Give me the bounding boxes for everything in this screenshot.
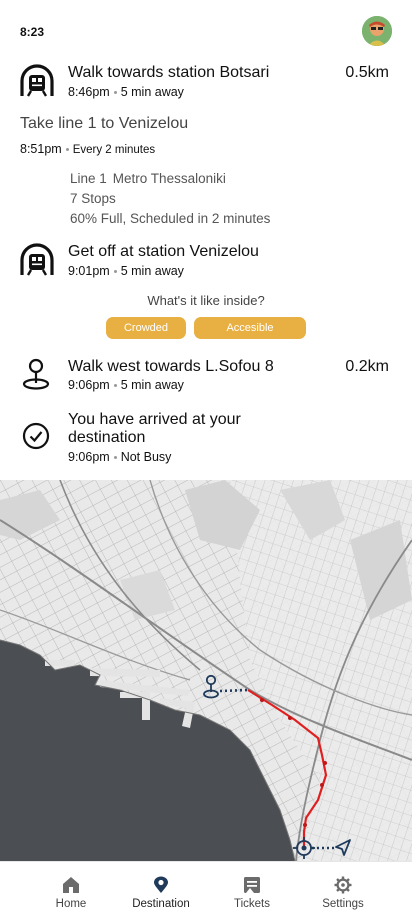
tab-destination[interactable]: Destination [116, 876, 206, 910]
crowded-button[interactable]: Crowded [106, 317, 186, 339]
take-line-time: 8:51pm [20, 142, 62, 156]
step-meta: 9:06pm Not Busy [68, 450, 171, 464]
step-eta: 5 min away [120, 378, 184, 392]
location-pin-icon [22, 358, 50, 390]
status-time: 8:23 [20, 25, 45, 39]
line-details: Line 1 Metro Thessaloniki 7 Stops 60% Ful… [70, 169, 270, 229]
line-name-row: Line 1 Metro Thessaloniki [70, 169, 270, 189]
step-title-line2: destination [68, 429, 146, 446]
step-meta: 9:01pm 5 min away [68, 264, 184, 278]
route-map[interactable] [0, 480, 412, 861]
gear-icon [334, 876, 352, 894]
home-icon [63, 877, 79, 893]
step-title-line1: You have arrived at your [68, 411, 241, 428]
step-title: Walk west towards L.Sofou 8 [68, 358, 274, 375]
metro-station-icon [20, 243, 54, 276]
map-pin-icon [154, 876, 168, 893]
avatar[interactable] [362, 16, 392, 46]
take-line-frequency: Every 2 minutes [72, 144, 156, 156]
line-number: Line 1 [70, 171, 107, 186]
step-status: Not Busy [120, 450, 172, 464]
accessible-button[interactable]: Accesible [194, 317, 306, 339]
step-meta: 9:06pm 5 min away [68, 378, 184, 392]
take-line-title: Take line 1 to Venizelou [20, 115, 189, 132]
take-line-meta: 8:51pm Every 2 minutes [20, 142, 155, 156]
tab-settings[interactable]: Settings [298, 876, 388, 910]
tab-label: Settings [322, 898, 364, 910]
status-bar: 8:23 [0, 0, 412, 58]
tab-home[interactable]: Home [26, 876, 116, 910]
ticket-icon [244, 877, 260, 893]
step-time: 8:46pm [68, 85, 110, 99]
step-title: Walk towards station Botsari [68, 64, 270, 81]
inside-question: What's it like inside? [147, 293, 265, 308]
tab-tickets[interactable]: Tickets [207, 876, 297, 910]
metro-station-icon [20, 64, 54, 97]
step-time: 9:01pm [68, 264, 110, 278]
check-circle-icon [22, 422, 50, 450]
tab-label: Destination [132, 898, 190, 910]
step-distance: 0.2km [345, 358, 389, 375]
step-eta: 5 min away [120, 85, 184, 99]
step-meta: 8:46pm 5 min away [68, 85, 184, 99]
tab-label: Tickets [234, 898, 270, 910]
step-time: 9:06pm [68, 378, 110, 392]
step-eta: 5 min away [120, 264, 184, 278]
step-distance: 0.5km [345, 64, 389, 81]
line-operator: Metro Thessaloniki [112, 171, 226, 186]
step-time: 9:06pm [68, 450, 110, 464]
line-occupancy: 60% Full, Scheduled in 2 minutes [70, 211, 271, 226]
step-title: Get off at station Venizelou [68, 243, 259, 260]
line-stops: 7 Stops [70, 191, 116, 206]
map-canvas[interactable] [0, 480, 412, 861]
tab-label: Home [55, 898, 87, 910]
bottom-tab-bar: Home Destination Tickets Settings [0, 861, 412, 917]
